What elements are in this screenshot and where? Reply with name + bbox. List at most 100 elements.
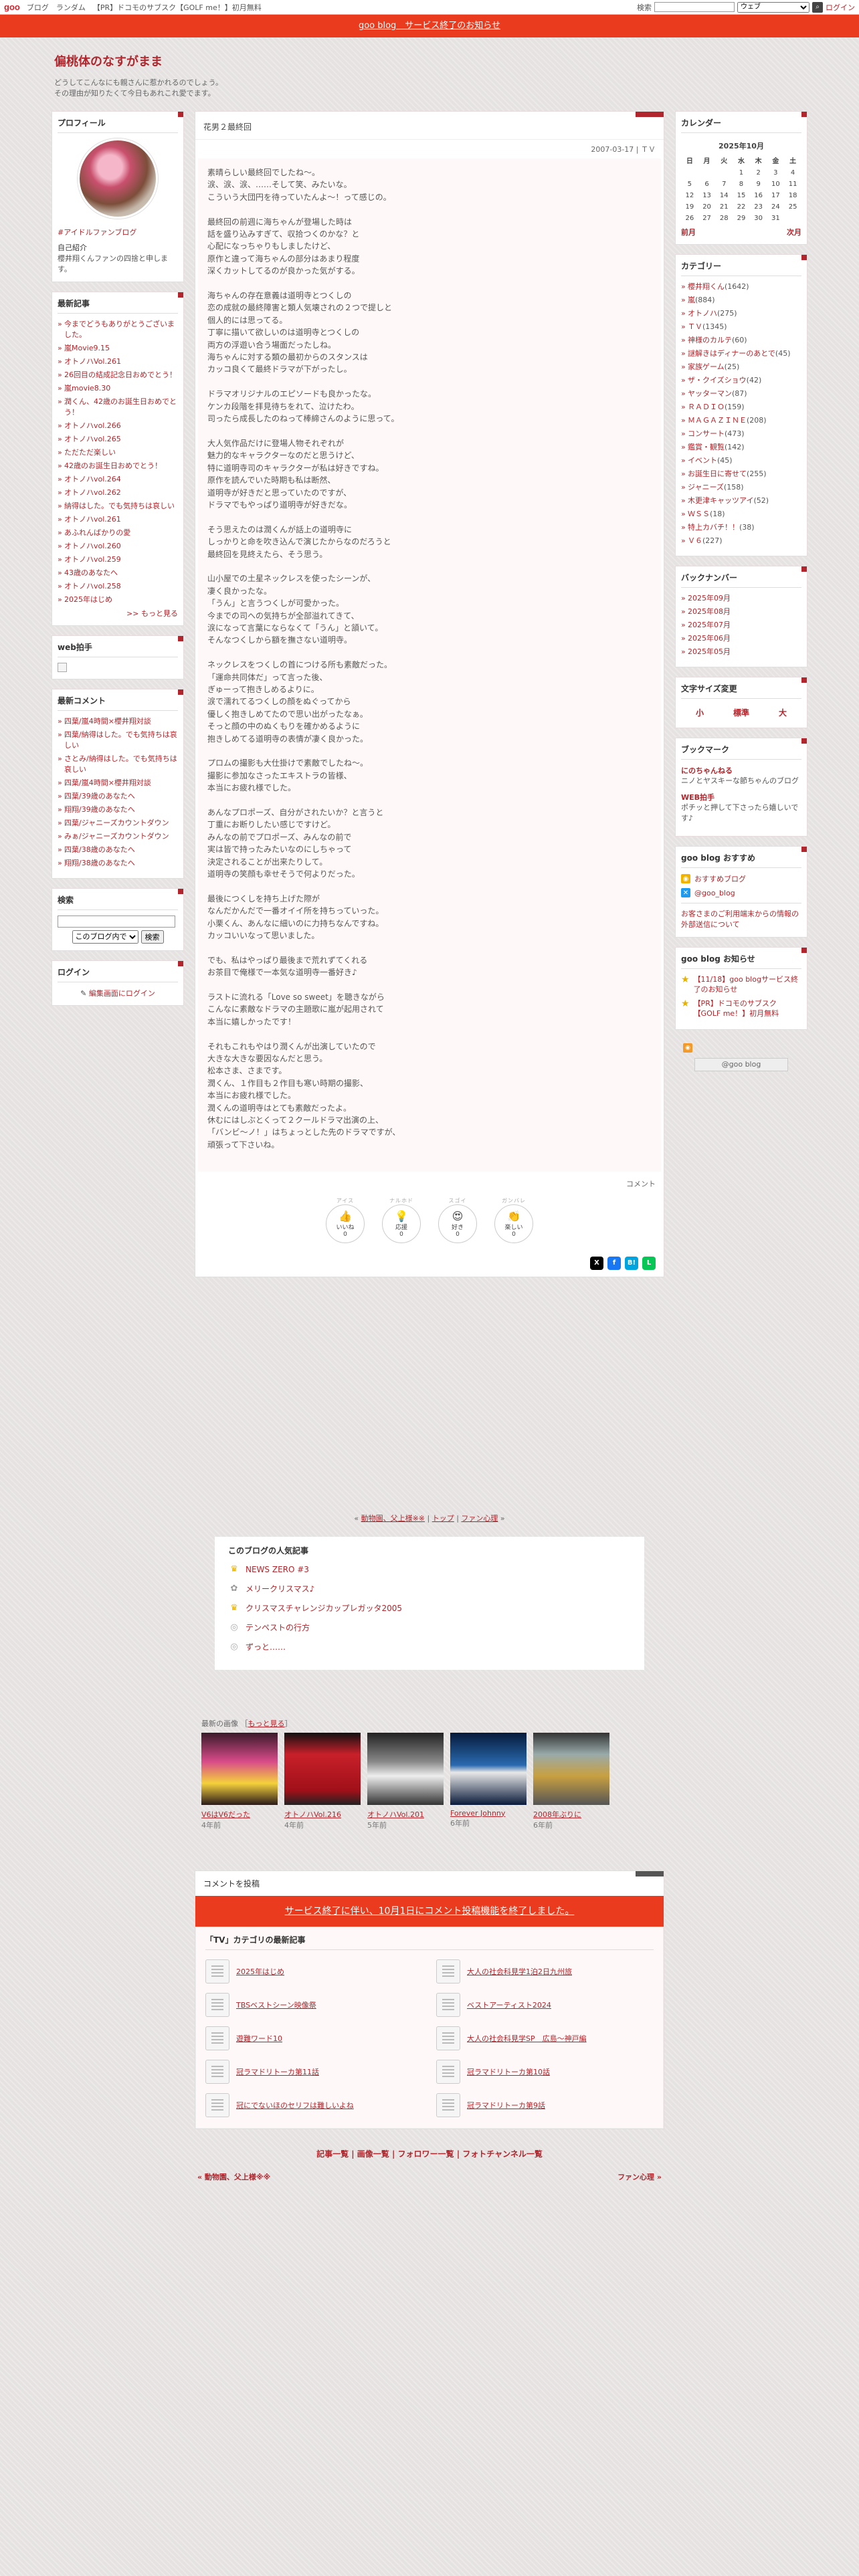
recent-post-item[interactable]: 嵐Movie9.15	[58, 343, 178, 354]
recommend-blog-link[interactable]: おすすめブログ	[694, 873, 746, 884]
blog-title[interactable]: 偏桃体のなすがまま	[54, 52, 807, 70]
latest-comment-item[interactable]: 四葉/39歳のあなたへ	[58, 791, 178, 802]
article-title[interactable]: 花男２最終回	[195, 112, 664, 140]
image-item[interactable]: オトノハVol.216 4年前	[284, 1732, 361, 1830]
popular-link[interactable]: NEWS ZERO #3	[246, 1565, 309, 1574]
goo-blog-footer-logo[interactable]: @goo blog	[694, 1058, 788, 1071]
latest-comment-item[interactable]: 四葉/嵐4時間×櫻井翔対談	[58, 716, 178, 727]
recent-post-item[interactable]: オトノハvol.260	[58, 541, 178, 552]
x-share-icon[interactable]: X	[590, 1256, 603, 1270]
latest-comment-item[interactable]: 四葉/嵐4時間×櫻井翔対談	[58, 778, 178, 788]
category-link[interactable]: ＭＡＧＡＺＩＮＥ	[688, 416, 747, 425]
category-link[interactable]: 木更津キャッツアイ	[688, 496, 753, 505]
category-link[interactable]: オトノハ	[688, 309, 717, 318]
category-latest-item[interactable]: ベストアーティスト2024	[436, 1992, 654, 2017]
image-thumbnail[interactable]	[533, 1732, 609, 1805]
latest-comment-item[interactable]: 四葉/ジャニーズカウントダウン	[58, 818, 178, 829]
footer-prev-link[interactable]: « 動物園、父上様※※	[197, 2171, 270, 2182]
category-latest-link[interactable]: TBSベストシーン映像祭	[236, 2000, 316, 2010]
category-latest-link[interactable]: 遊難ワード10	[236, 2033, 282, 2044]
recent-post-item[interactable]: オトノハvol.265	[58, 434, 178, 445]
image-caption[interactable]: V6はV6だった	[201, 1809, 278, 1820]
hatena-share-icon[interactable]: B!	[625, 1256, 638, 1270]
category-link[interactable]: Ｖ６	[688, 536, 702, 545]
prev-article-link[interactable]: 動物園、父上様※※	[361, 1514, 425, 1523]
category-link[interactable]: 神様のカルテ	[688, 336, 732, 344]
category-link[interactable]: イベント	[688, 456, 717, 465]
popular-link[interactable]: ずっと……	[246, 1641, 286, 1652]
category-link[interactable]: ヤッターマン	[688, 389, 732, 398]
blog-search-scope[interactable]: このブログ内で	[72, 930, 138, 944]
image-item[interactable]: 2008年ぶりに 6年前	[533, 1732, 609, 1830]
category-item[interactable]: 嵐(884)	[681, 295, 801, 306]
popular-item[interactable]: ◎ テンペストの行方	[228, 1622, 631, 1633]
bookmark-link[interactable]: にのちゃんねる	[681, 765, 801, 776]
recent-post-item[interactable]: あふれんばかりの愛	[58, 528, 178, 538]
recent-post-item[interactable]: 2025年はじめ	[58, 595, 178, 605]
category-latest-item[interactable]: 冠ラマドリトーカ第9話	[436, 2092, 654, 2117]
footer-links[interactable]: 記事一覧 | 画像一覧 | フォロワー一覧 | フォトチャンネル一覧	[195, 2148, 664, 2159]
notice-link-1[interactable]: 【11/18】goo blogサービス終了のお知らせ	[694, 974, 801, 994]
category-item[interactable]: ＲＡＤＩＯ(159)	[681, 402, 801, 413]
category-link[interactable]: 特上カバチ！！	[688, 523, 739, 532]
recent-post-item[interactable]: 今までどうもありがとうございました。	[58, 319, 178, 340]
latest-comment-item[interactable]: みぁ/ジャニーズカウントダウン	[58, 831, 178, 842]
category-link[interactable]: 嵐	[688, 296, 695, 304]
category-latest-item[interactable]: 大人の社会科見学SP 広島〜神戸編	[436, 2026, 654, 2050]
image-thumbnail[interactable]	[450, 1732, 527, 1805]
search-scope-select[interactable]: ウェブ	[737, 1, 809, 13]
login-link[interactable]: ログイン	[826, 2, 855, 13]
comment-link[interactable]: コメント	[195, 1172, 664, 1193]
recent-post-item[interactable]: オトノハvol.261	[58, 514, 178, 525]
popular-item[interactable]: ♛ クリスマスチャレンジカップレガッタ2005	[228, 1602, 631, 1614]
category-item[interactable]: ヤッターマン(87)	[681, 389, 801, 399]
calendar-next[interactable]: 次月	[787, 227, 801, 237]
recent-more-link[interactable]: >> もっと見る	[126, 609, 178, 618]
reaction-button[interactable]: ガンバレ 👏 楽しい 0	[492, 1197, 535, 1243]
recent-post-item[interactable]: オトノハvol.264	[58, 474, 178, 485]
top-nav-item[interactable]: ブログ	[27, 3, 49, 12]
category-item[interactable]: 家族ゲーム(25)	[681, 362, 801, 372]
image-caption[interactable]: オトノハVol.216	[284, 1809, 361, 1820]
webclap-image-icon[interactable]	[58, 663, 67, 672]
rss-icon[interactable]: ◉	[683, 1043, 692, 1053]
recent-post-item[interactable]: 潤くん、42歳のお誕生日おめでとう！	[58, 397, 178, 418]
category-item[interactable]: ザ・クイズショウ(42)	[681, 375, 801, 386]
fontsize-option[interactable]: 標準	[733, 707, 749, 718]
category-item[interactable]: 謎解きはディナーのあとで(45)	[681, 348, 801, 359]
notice-link-2[interactable]: 【PR】ドコモのサブスク【GOLF me！】初月無料	[694, 998, 801, 1018]
reaction-circle[interactable]: 😍 好き 0	[438, 1204, 477, 1243]
category-link[interactable]: 鑑賞・観覧	[688, 443, 725, 451]
recent-post-item[interactable]: 納得はした。でも気持ちは哀しい	[58, 501, 178, 512]
category-item[interactable]: Ｖ６(227)	[681, 536, 801, 546]
image-item[interactable]: Forever Johnny 6年前	[450, 1732, 527, 1830]
latest-comment-item[interactable]: 四葉/38歳のあなたへ	[58, 845, 178, 855]
reaction-circle[interactable]: 👏 楽しい 0	[494, 1204, 533, 1243]
calendar-prev[interactable]: 前月	[681, 227, 696, 237]
reaction-circle[interactable]: 👍 いいね 0	[326, 1204, 365, 1243]
category-latest-link[interactable]: 大人の社会科見学1泊2日九州旅	[467, 1966, 572, 1977]
category-latest-item[interactable]: 大人の社会科見学1泊2日九州旅	[436, 1959, 654, 1983]
category-link[interactable]: ザ・クイズショウ	[688, 376, 747, 385]
popular-item[interactable]: ◎ ずっと……	[228, 1641, 631, 1652]
search-input[interactable]	[654, 2, 735, 12]
category-item[interactable]: 鑑賞・観覧(142)	[681, 442, 801, 453]
category-latest-link[interactable]: 冠ラマドリトーカ第9話	[467, 2100, 545, 2111]
category-latest-link[interactable]: 冠ラマドリトーカ第11話	[236, 2066, 319, 2077]
backnumber-item[interactable]: 2025年05月	[681, 647, 801, 657]
category-item[interactable]: コンサート(473)	[681, 429, 801, 439]
next-article-link[interactable]: ファン心理	[461, 1514, 498, 1523]
recent-post-item[interactable]: オトノハvol.258	[58, 581, 178, 592]
category-link[interactable]: ＷＳＳ	[688, 510, 710, 518]
edit-login-link[interactable]: 編集画面にログイン	[89, 989, 155, 998]
category-item[interactable]: ＭＡＧＡＺＩＮＥ(208)	[681, 415, 801, 426]
recent-post-item[interactable]: オトノハvol.259	[58, 554, 178, 565]
category-link[interactable]: ジャニーズ	[688, 483, 724, 492]
top-link[interactable]: トップ	[432, 1514, 454, 1523]
category-latest-item[interactable]: 遊難ワード10	[205, 2026, 423, 2050]
category-latest-link[interactable]: 冠ラマドリトーカ第10話	[467, 2066, 550, 2077]
category-item[interactable]: ＴＶ(1345)	[681, 322, 801, 332]
fontsize-option[interactable]: 小	[696, 707, 704, 718]
category-item[interactable]: 櫻井翔くん(1642)	[681, 282, 801, 292]
category-item[interactable]: 神様のカルテ(60)	[681, 335, 801, 346]
